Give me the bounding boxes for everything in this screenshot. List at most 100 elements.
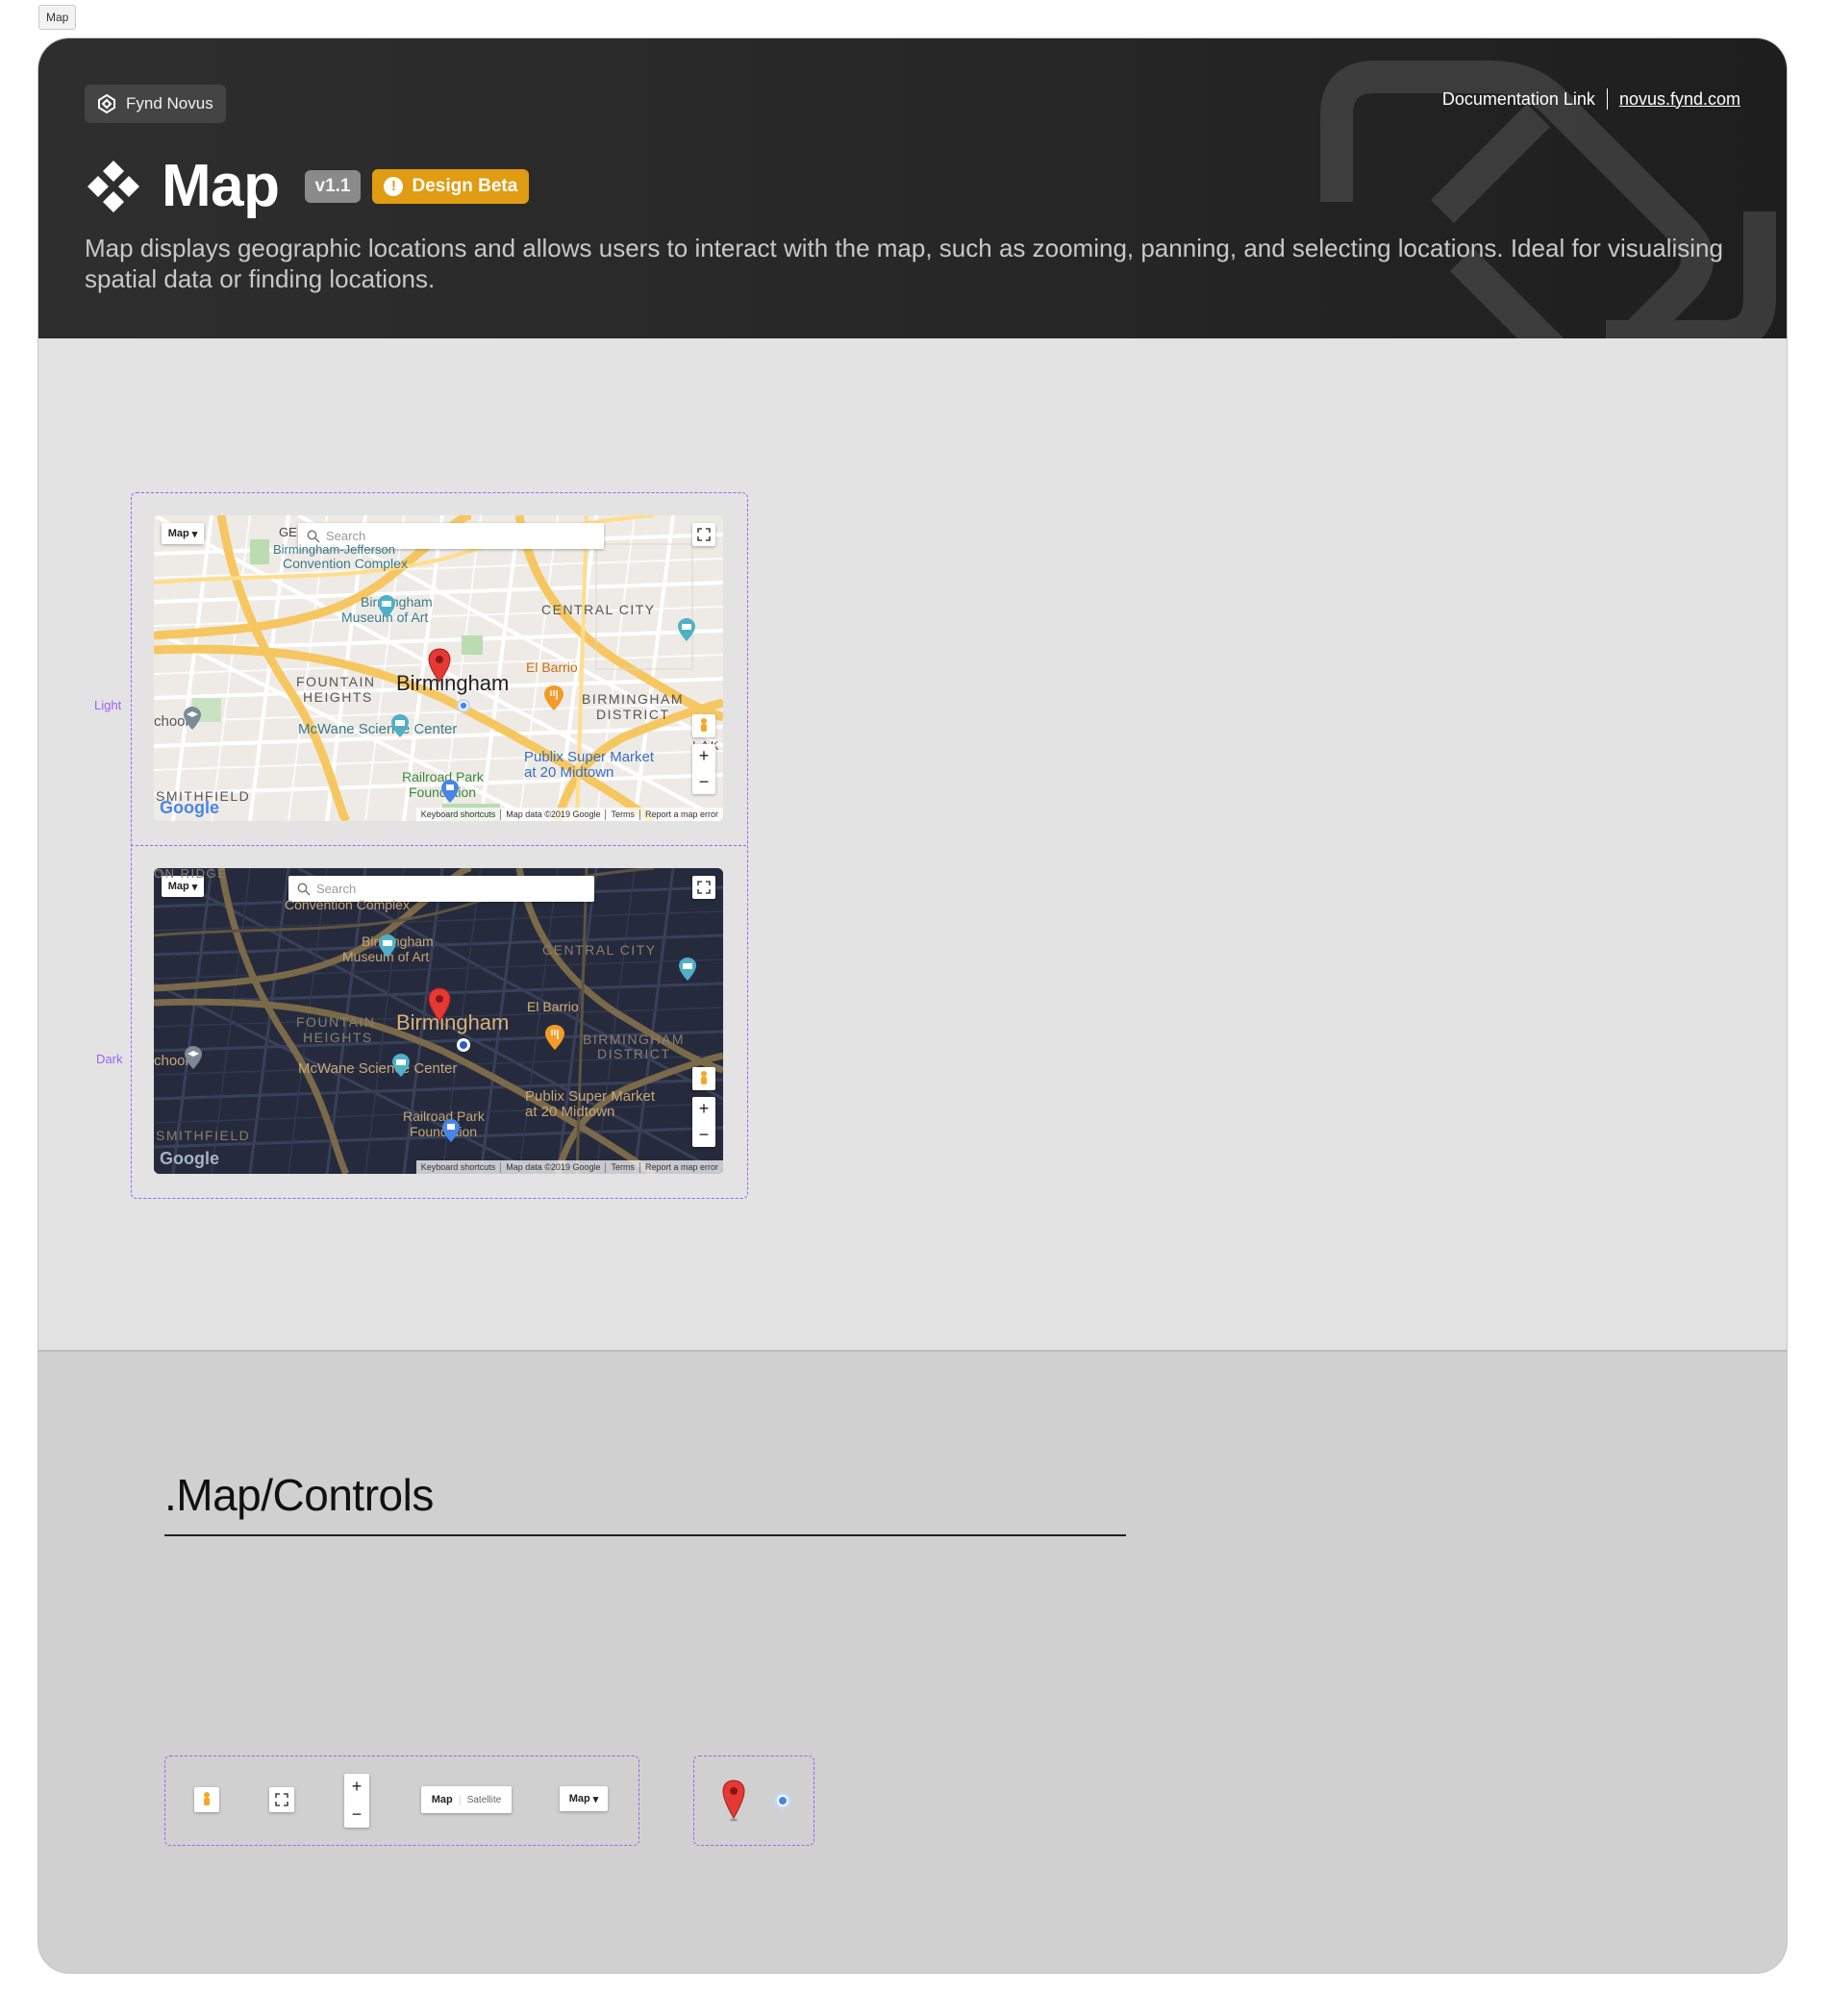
map-label: at 20 Midtown [525, 1104, 615, 1120]
report-error-link[interactable]: Report a map error [638, 809, 723, 820]
shopping-marker-icon [441, 780, 459, 803]
science-marker-icon [391, 714, 409, 737]
landmark-marker-icon [678, 618, 695, 641]
map-label: Birmingham [361, 594, 433, 610]
fullscreen-button[interactable] [269, 1787, 294, 1812]
markers-set [693, 1755, 814, 1846]
map-label: at 20 Midtown [524, 764, 614, 781]
search-icon [297, 883, 311, 896]
location-pin-icon[interactable] [427, 987, 452, 1022]
page-tag: Map [38, 5, 77, 30]
variants-section: Light Dark Map ▾ Search GE Birmingham-Je… [38, 338, 1787, 1352]
zoom-control[interactable]: + − [692, 744, 715, 794]
science-marker-icon [392, 1054, 410, 1077]
variant-label-dark: Dark [96, 1052, 123, 1066]
zoom-out-button[interactable]: − [699, 1125, 710, 1145]
component-frame: Fynd Novus Documentation Link novus.fynd… [38, 38, 1787, 1973]
controls-title: .Map/Controls [164, 1470, 434, 1520]
keyboard-shortcuts-link[interactable]: Keyboard shortcuts [416, 809, 501, 820]
status-badge: ! Design Beta [372, 168, 530, 204]
location-pin-icon[interactable] [721, 1780, 746, 1822]
map-type-dropdown[interactable]: Map ▾ [162, 523, 204, 544]
current-location-dot-icon [457, 699, 470, 712]
map-label: FOUNTAIN [296, 1014, 376, 1030]
map-label: CENTRAL CITY [541, 602, 656, 617]
zoom-control[interactable]: + − [692, 1097, 715, 1147]
map-label: BIRMINGHAM [583, 1032, 685, 1047]
pegman-button[interactable] [194, 1787, 219, 1812]
zoom-control[interactable]: + − [344, 1774, 369, 1828]
map-label: DISTRICT [597, 1046, 671, 1061]
map-label: McWane Science Center [298, 721, 458, 737]
controls-set: + − Map Satellite Map ▾ [164, 1755, 639, 1846]
doc-link-url[interactable]: novus.fynd.com [1619, 89, 1740, 110]
location-pin-icon[interactable] [427, 648, 452, 683]
map-toggle-option[interactable]: Map [425, 1794, 460, 1805]
map-label: ON RIDGE [154, 868, 228, 881]
pegman-button[interactable] [692, 714, 715, 737]
map-label: SMITHFIELD [156, 1128, 251, 1143]
map-label: Convention Complex [283, 556, 408, 571]
map-type-toggle[interactable]: Map Satellite [421, 1786, 512, 1813]
map-label: El Barrio [526, 660, 578, 675]
page-description: Map displays geographic locations and al… [85, 234, 1723, 293]
fullscreen-icon [275, 1793, 288, 1806]
map-label: Birmingham-Jefferson [273, 542, 395, 557]
landmark-marker-icon [679, 958, 696, 981]
map-type-dropdown[interactable]: Map ▾ [560, 1786, 608, 1811]
google-logo: Google [160, 1149, 219, 1168]
page-title: Map [162, 153, 280, 219]
current-location-dot-icon [774, 1792, 791, 1809]
report-error-link[interactable]: Report a map error [638, 1161, 723, 1173]
fullscreen-icon [697, 881, 711, 894]
map-city-label: Birmingham [396, 1010, 510, 1034]
map-label: Publix Super Market [524, 749, 655, 765]
pegman-icon [204, 1792, 210, 1805]
map-label: BIRMINGHAM [582, 691, 684, 707]
map-data-credit: Map data ©2019 Google [500, 809, 605, 820]
restaurant-marker-icon [544, 685, 563, 710]
map-label: HEIGHTS [303, 1030, 373, 1045]
school-marker-icon [185, 1046, 202, 1069]
google-logo: Google [160, 798, 219, 817]
pegman-icon [701, 718, 707, 732]
map-label: GE [279, 525, 297, 539]
documentation-link: Documentation Link novus.fynd.com [1442, 88, 1740, 110]
pegman-button[interactable] [692, 1067, 715, 1090]
map-label: DISTRICT [596, 707, 670, 722]
variant-divider [131, 845, 746, 846]
pegman-icon [701, 1071, 707, 1084]
museum-marker-icon [378, 595, 395, 618]
search-icon [307, 530, 320, 543]
zoom-in-button[interactable]: + [352, 1777, 363, 1797]
map-label: CENTRAL CITY [542, 942, 657, 958]
map-label: Publix Super Market [525, 1088, 656, 1105]
keyboard-shortcuts-link[interactable]: Keyboard shortcuts [416, 1162, 501, 1173]
divider [1606, 88, 1608, 110]
shopping-marker-icon [442, 1119, 460, 1142]
fullscreen-icon [697, 528, 711, 541]
map-attribution: Keyboard shortcuts Map data ©2019 Google… [415, 1160, 723, 1174]
zoom-in-button[interactable]: + [699, 746, 710, 766]
version-badge: v1.1 [304, 169, 362, 203]
terms-link[interactable]: Terms [605, 1161, 639, 1173]
fullscreen-button[interactable] [692, 523, 715, 546]
map-label: McWane Science Center [298, 1060, 458, 1077]
fullscreen-button[interactable] [692, 876, 715, 899]
map-label: Birmingham [362, 933, 434, 949]
map-light[interactable]: Map ▾ Search GE Birmingham-Jefferson Con… [154, 515, 723, 821]
map-label: Convention Complex [285, 897, 410, 912]
title-underline [164, 1534, 1126, 1536]
terms-link[interactable]: Terms [605, 809, 639, 820]
component-diamond-icon [88, 160, 139, 212]
zoom-out-button[interactable]: − [352, 1804, 363, 1825]
map-label: El Barrio [527, 999, 579, 1014]
variant-label-light: Light [94, 698, 122, 712]
zoom-out-button[interactable]: − [699, 772, 710, 792]
controls-section: .Map/Controls + − Map Satellite Map ▾ [38, 1352, 1787, 1973]
brand-chip[interactable]: Fynd Novus [85, 85, 226, 123]
zoom-in-button[interactable]: + [699, 1099, 710, 1119]
status-label: Design Beta [412, 175, 518, 196]
map-dark[interactable]: Map ▾ Search ON RIDGE Convention Complex… [154, 868, 723, 1174]
satellite-toggle-option[interactable]: Satellite [459, 1794, 509, 1805]
